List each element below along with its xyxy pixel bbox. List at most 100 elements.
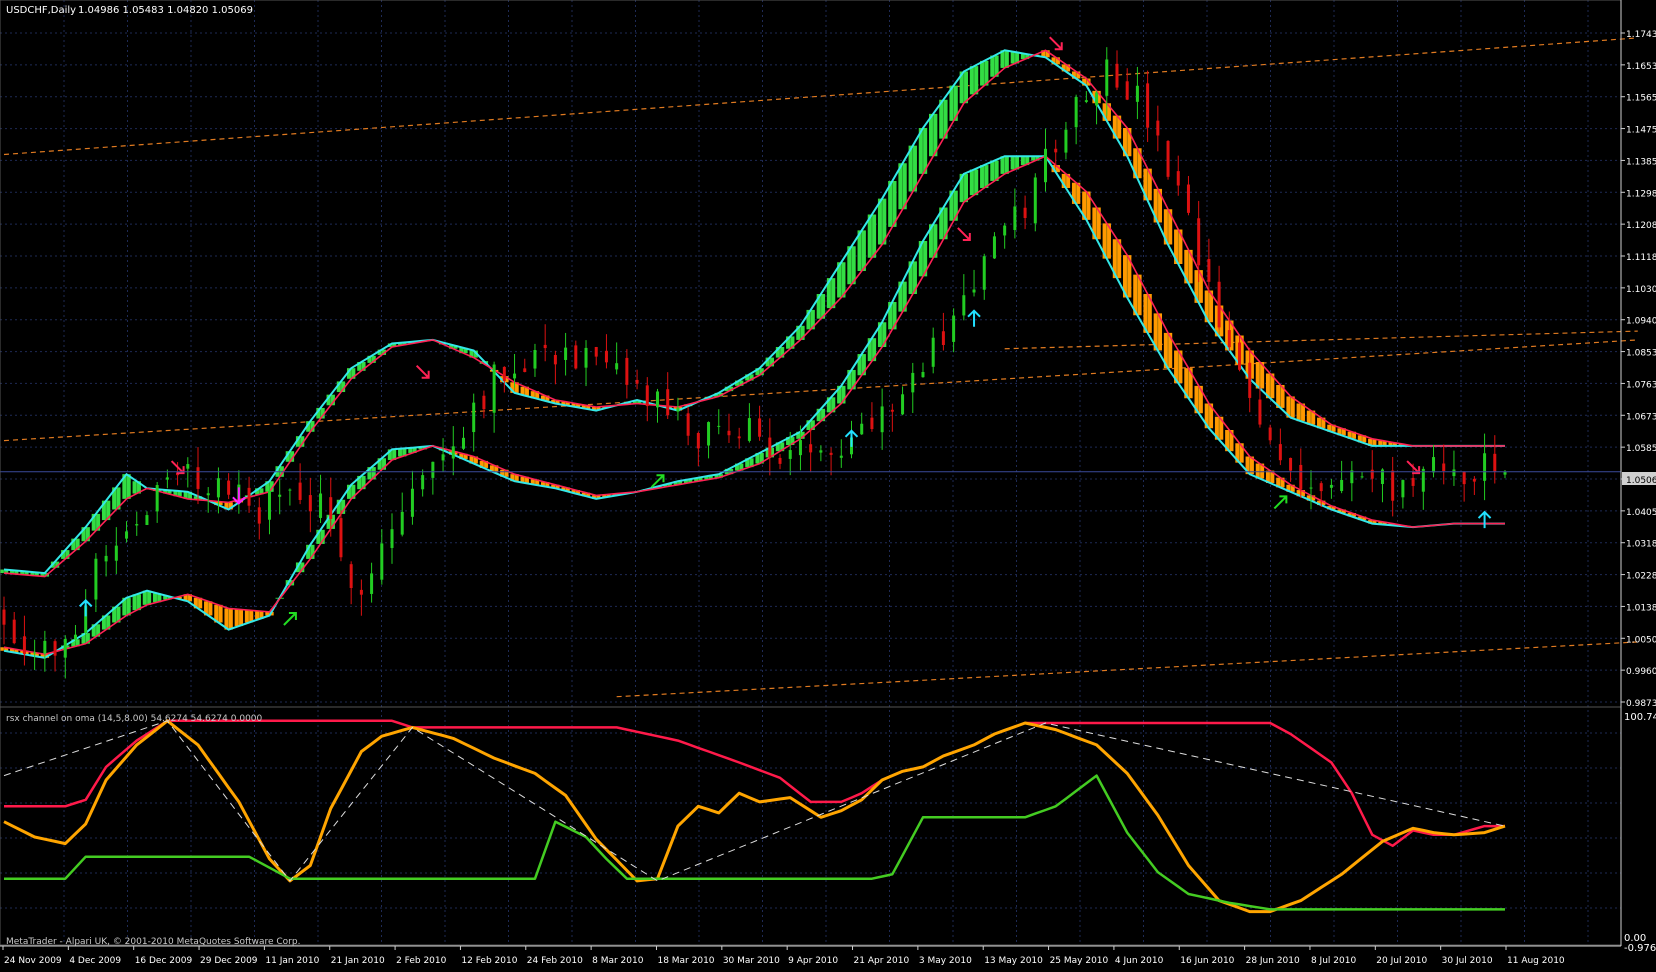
candle-body [1156, 120, 1160, 136]
candle-body [1278, 444, 1282, 461]
candle-body [890, 409, 894, 412]
candle-body [686, 413, 690, 436]
price-tick-label: 1.05069 [1626, 476, 1656, 486]
candle-body [390, 529, 394, 548]
candle-body [104, 555, 108, 562]
candle-body [1483, 453, 1487, 481]
candle-body [451, 446, 455, 459]
date-tick-label: 13 May 2010 [984, 956, 1043, 966]
candle-body [247, 487, 251, 506]
candle-body [73, 634, 77, 640]
price-tick-label: 0.99605 [1626, 667, 1656, 677]
candle-body [1268, 427, 1272, 441]
candle-body [1033, 177, 1037, 224]
candle-body [594, 346, 598, 357]
candle-body [696, 432, 700, 449]
price-tick-label: 1.08530 [1626, 349, 1656, 359]
candle-body [747, 418, 751, 441]
candle-body [349, 564, 353, 589]
candle-body [1227, 330, 1231, 348]
candle-body [952, 315, 956, 342]
candle-body [165, 477, 169, 480]
candle-body [1350, 470, 1354, 484]
candle-body [431, 461, 435, 478]
candle-body [1370, 469, 1374, 479]
candle-body [196, 467, 200, 489]
candle-body [1289, 457, 1293, 471]
candle-body [778, 457, 782, 464]
candle-body [1105, 59, 1109, 96]
candle-body [2, 609, 6, 625]
candle-body [962, 295, 966, 316]
candle-body [1442, 463, 1446, 472]
candle-body [574, 345, 578, 369]
candle-body [400, 511, 404, 535]
date-tick-label: 25 May 2010 [1050, 956, 1109, 966]
candle-body [53, 641, 57, 656]
candle-body [615, 363, 619, 370]
date-tick-label: 24 Nov 2009 [4, 956, 62, 966]
price-tick-label: 1.12980 [1626, 189, 1656, 199]
candle-body [921, 371, 925, 378]
candle-body [1044, 148, 1048, 183]
price-tick-label: 1.15655 [1626, 94, 1656, 104]
candle-body [206, 493, 210, 496]
candle-body [1095, 92, 1099, 106]
candle[interactable] [1033, 173, 1037, 232]
candle-body [1329, 484, 1333, 488]
price-tick-label: 1.00505 [1626, 635, 1656, 645]
candle-body [1340, 479, 1344, 491]
date-tick-label: 28 Jun 2010 [1246, 956, 1300, 966]
candle-body [727, 430, 731, 436]
candle-body [788, 450, 792, 459]
candle-body [1064, 129, 1068, 153]
candle-body [635, 379, 639, 384]
candle-body [819, 450, 823, 453]
candle-body [523, 368, 527, 372]
candle[interactable] [1166, 140, 1170, 180]
candle-body [768, 437, 772, 458]
candle-body [12, 619, 16, 644]
candle-body [992, 236, 996, 259]
candle-body [186, 464, 190, 469]
symbol-title: USDCHF,Daily [6, 5, 76, 16]
candle-body [809, 444, 813, 453]
candle-body [707, 422, 711, 446]
candle-body [227, 480, 231, 495]
candle-body [125, 531, 129, 539]
candle-body [564, 347, 568, 360]
candle-body [1493, 453, 1497, 472]
date-tick-label: 30 Mar 2010 [723, 956, 780, 966]
date-tick-label: 11 Jan 2010 [265, 956, 319, 966]
candle-body [1186, 184, 1190, 213]
candle-body [43, 640, 47, 654]
date-tick-label: 16 Jun 2010 [1180, 956, 1234, 966]
candle-body [543, 344, 547, 349]
candle-body [901, 394, 905, 415]
price-tick-label: 1.11180 [1626, 253, 1656, 263]
candle-body [931, 337, 935, 367]
candle-body [461, 437, 465, 449]
candle-body [1299, 464, 1303, 490]
candle-body [502, 366, 506, 381]
candle-body [1432, 457, 1436, 473]
candle-body [63, 638, 67, 658]
date-tick-label: 8 Jul 2010 [1311, 956, 1356, 966]
candle-body [972, 289, 976, 293]
date-tick-label: 18 Mar 2010 [657, 956, 714, 966]
date-tick-label: 11 Aug 2010 [1507, 956, 1565, 966]
date-tick-label: 24 Feb 2010 [527, 956, 583, 966]
candle-body [758, 418, 762, 437]
candle-body [308, 495, 312, 512]
candle-body [421, 475, 425, 490]
candle-body [267, 490, 271, 520]
date-tick-label: 30 Jul 2010 [1442, 956, 1493, 966]
candle-body [1176, 171, 1180, 186]
candle-body [1146, 83, 1150, 128]
candle-body [717, 425, 721, 427]
candle-body [513, 373, 517, 379]
date-tick-label: 3 May 2010 [919, 956, 972, 966]
candle-body [298, 482, 302, 500]
chart-background [0, 0, 1656, 968]
date-tick-label: 21 Apr 2010 [854, 956, 910, 966]
